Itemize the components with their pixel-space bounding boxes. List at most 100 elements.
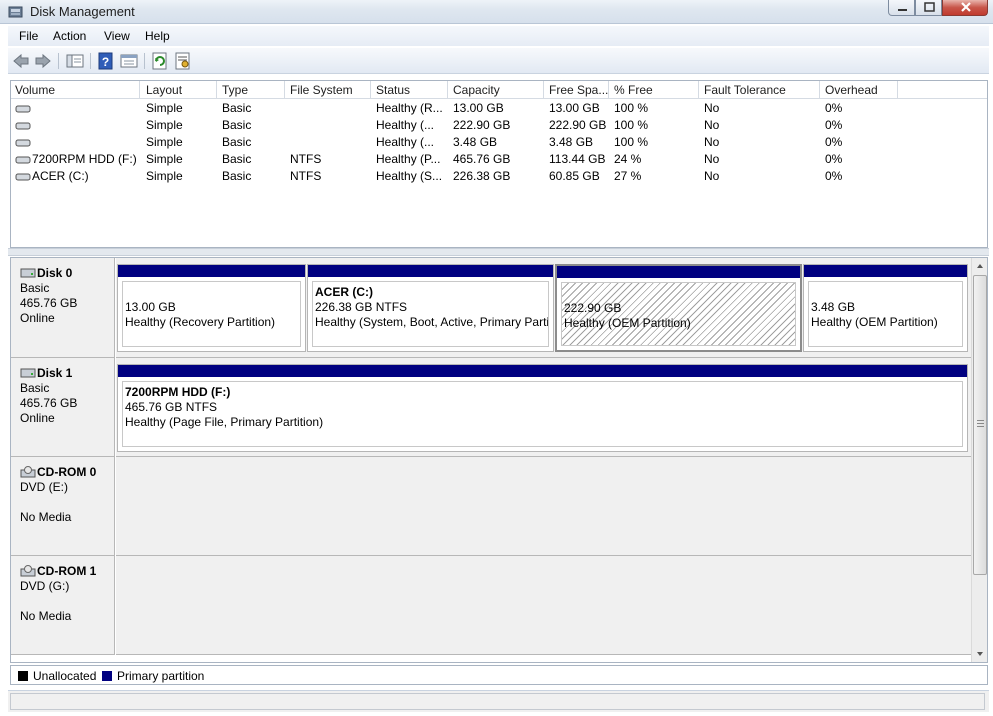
pane-splitter[interactable]	[8, 248, 989, 256]
disk-row-cdrom-0: CD-ROM 0 DVD (E:) No Media	[11, 457, 971, 556]
help-icon[interactable]: ?	[97, 52, 115, 70]
scroll-up-icon[interactable]	[972, 258, 988, 274]
partition-oem-selected[interactable]: 222.90 GB Healthy (OEM Partition)	[555, 264, 802, 352]
table-cell: 222.90 GB	[453, 118, 511, 132]
partition-oem[interactable]: 3.48 GB Healthy (OEM Partition)	[803, 264, 968, 352]
back-arrow-icon[interactable]	[12, 52, 30, 70]
disk-type: DVD (G:)	[20, 579, 70, 593]
table-cell: 0%	[825, 101, 843, 115]
disk-size: 465.76 GB	[20, 396, 78, 410]
menu-view[interactable]: View	[101, 29, 133, 43]
list-header: Volume Layout Type File System Status Ca…	[11, 81, 987, 99]
table-cell: Simple	[146, 101, 183, 115]
disk-state: No Media	[20, 609, 72, 623]
console-tree-icon[interactable]	[66, 52, 84, 70]
table-cell: No	[704, 118, 720, 132]
disk-label-cdrom-0[interactable]: CD-ROM 0 DVD (E:) No Media	[11, 457, 115, 556]
partition-size: 465.76 GB NTFS	[125, 400, 218, 414]
menu-help[interactable]: Help	[142, 29, 173, 43]
table-cell	[286, 100, 371, 117]
toolbar: ?	[8, 48, 989, 74]
disk-label-0[interactable]: Disk 0 Basic 465.76 GB Online	[11, 258, 115, 358]
partition-name: 7200RPM HDD (F:)	[125, 385, 231, 399]
column-overhead[interactable]: Overhead	[821, 81, 898, 99]
status-bar	[8, 690, 989, 712]
legend-label-unallocated: Unallocated	[33, 669, 97, 683]
disk-row-1: Disk 1 Basic 465.76 GB Online 7200RPM HD…	[11, 358, 971, 457]
legend-swatch-primary	[102, 671, 112, 681]
table-cell: 13.00 GB	[453, 101, 504, 115]
maximize-button[interactable]	[915, 0, 942, 16]
volume-icon	[15, 156, 31, 164]
column-file-system[interactable]: File System	[286, 81, 371, 99]
menu-file[interactable]: File	[16, 29, 41, 43]
table-cell: No	[704, 135, 720, 149]
disk-name: Disk 0	[37, 266, 73, 280]
partition-7200rpm-f[interactable]: 7200RPM HDD (F:) 465.76 GB NTFS Healthy …	[117, 364, 968, 452]
table-row[interactable]: ACER (C:) Simple Basic NTFS Healthy (S... 226…	[11, 168, 987, 185]
partition-name	[811, 285, 962, 300]
table-cell	[11, 100, 140, 117]
table-row[interactable]: Simple Basic Healthy (... 222.90 GB 222.90 G…	[11, 117, 987, 134]
vertical-scrollbar[interactable]	[971, 258, 988, 662]
column-percent-free[interactable]: % Free	[610, 81, 699, 99]
table-cell: Simple	[146, 152, 183, 166]
partition-acer-c[interactable]: ACER (C:) 226.38 GB NTFS Healthy (System…	[307, 264, 554, 352]
partition-status: Healthy (Recovery Partition)	[125, 315, 276, 329]
partition-details: ACER (C:) 226.38 GB NTFS Healthy (System…	[312, 281, 549, 347]
table-cell: 100 %	[614, 118, 649, 132]
table-cell: 3.48 GB	[453, 135, 498, 149]
disk-row-cdrom-1: CD-ROM 1 DVD (G:) No Media	[11, 556, 971, 655]
volume-icon	[15, 173, 31, 181]
disk-row-0: Disk 0 Basic 465.76 GB Online 13.00 GB H…	[11, 258, 971, 358]
partition-recovery[interactable]: 13.00 GB Healthy (Recovery Partition)	[117, 264, 306, 352]
table-cell: Basic	[222, 101, 252, 115]
table-cell	[286, 117, 371, 134]
menu-bar: File Action View Help	[8, 26, 989, 46]
partition-name: ACER (C:)	[315, 285, 373, 299]
volume-list[interactable]: Volume Layout Type File System Status Ca…	[10, 80, 988, 248]
partition-details: 3.48 GB Healthy (OEM Partition)	[808, 281, 963, 347]
table-cell: Healthy (R...	[376, 101, 443, 115]
column-capacity[interactable]: Capacity	[449, 81, 544, 99]
column-status[interactable]: Status	[372, 81, 448, 99]
table-cell: Basic	[222, 118, 252, 132]
close-button[interactable]	[942, 0, 988, 16]
partition-status: Healthy (OEM Partition)	[811, 315, 938, 329]
disk-area-1: 7200RPM HDD (F:) 465.76 GB NTFS Healthy …	[116, 358, 971, 457]
table-row[interactable]: Simple Basic Healthy (... 3.48 GB 3.48 GB 100…	[11, 134, 987, 151]
legend-swatch-unallocated	[18, 671, 28, 681]
disk-area-0: 13.00 GB Healthy (Recovery Partition) AC…	[116, 258, 971, 358]
partition-status: Healthy (OEM Partition)	[564, 316, 691, 330]
legend: Unallocated Primary partition	[10, 665, 988, 685]
table-cell: 222.90 GB	[549, 118, 607, 132]
refresh-icon[interactable]	[151, 52, 169, 70]
disk-size: 465.76 GB	[20, 296, 78, 310]
table-cell: Healthy (P...	[376, 152, 441, 166]
scroll-down-icon[interactable]	[972, 646, 988, 662]
title-bar: Disk Management	[0, 0, 993, 24]
table-row[interactable]: 7200RPM HDD (F:) Simple Basic NTFS Healthy (…	[11, 151, 987, 168]
legend-label-primary: Primary partition	[117, 669, 205, 683]
forward-arrow-icon[interactable]	[34, 52, 52, 70]
properties-icon[interactable]	[120, 52, 138, 70]
table-cell: Simple	[146, 169, 183, 183]
table-cell: 100 %	[614, 135, 649, 149]
column-free-space[interactable]: Free Spa...	[545, 81, 609, 99]
table-cell: 3.48 GB	[549, 135, 594, 149]
menu-action[interactable]: Action	[50, 29, 89, 43]
column-type[interactable]: Type	[218, 81, 285, 99]
disk-label-cdrom-1[interactable]: CD-ROM 1 DVD (G:) No Media	[11, 556, 115, 655]
table-row[interactable]: Simple Basic Healthy (R... 13.00 GB 13.00 GB…	[11, 100, 987, 117]
column-fault-tolerance[interactable]: Fault Tolerance	[700, 81, 820, 99]
table-cell: 13.00 GB	[549, 101, 600, 115]
scroll-thumb[interactable]	[973, 275, 987, 575]
partition-bar	[557, 266, 800, 278]
rescan-disks-icon[interactable]	[174, 52, 192, 70]
disk-label-1[interactable]: Disk 1 Basic 465.76 GB Online	[11, 358, 115, 457]
column-layout[interactable]: Layout	[142, 81, 217, 99]
minimize-button[interactable]	[888, 0, 915, 16]
column-volume[interactable]: Volume	[11, 81, 140, 99]
close-icon	[961, 2, 971, 12]
disk-state: No Media	[20, 510, 72, 524]
